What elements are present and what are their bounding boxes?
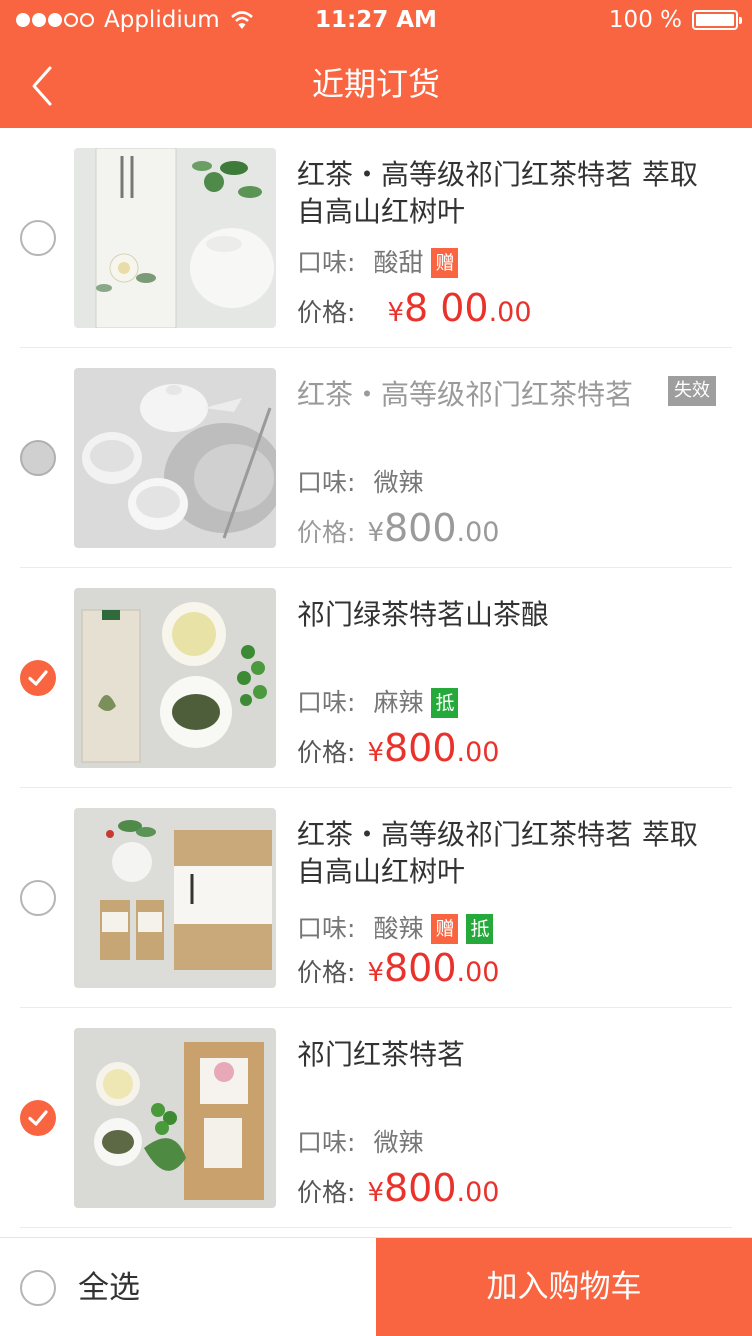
price-main: 8 00 xyxy=(403,286,489,330)
product-image[interactable] xyxy=(74,588,276,768)
currency-symbol: ¥ xyxy=(367,738,384,768)
nav-bar: 近期订货 xyxy=(0,40,752,128)
product-title: 祁门红茶特茗 xyxy=(297,1038,466,1071)
product-flavor: 口味: 麻辣 抵 xyxy=(297,686,459,720)
flavor-label: 口味: xyxy=(297,914,356,943)
list-item[interactable]: 红茶・高等级祁门红茶特茗 萃取自高山红树叶 口味: 酸甜 赠 价格: ¥ 8 0… xyxy=(0,128,752,348)
price-cents: .00 xyxy=(456,1177,500,1208)
select-radio-checked[interactable] xyxy=(20,1100,56,1136)
status-right: 100 % xyxy=(608,0,742,40)
product-image[interactable] xyxy=(74,808,276,988)
bottom-bar: 全选 加入购物车 xyxy=(0,1237,752,1336)
flavor-value: 酸辣 xyxy=(373,914,424,943)
price-label: 价格: xyxy=(297,518,356,547)
select-radio-checked[interactable] xyxy=(20,660,56,696)
flavor-label: 口味: xyxy=(297,468,356,497)
flavor-label: 口味: xyxy=(297,1128,356,1157)
currency-symbol: ¥ xyxy=(387,298,404,328)
gift-badge: 赠 xyxy=(431,248,459,278)
price-label: 价格: xyxy=(297,738,356,767)
battery-icon xyxy=(692,10,742,30)
invalid-badge: 失效 xyxy=(668,376,716,406)
list-item[interactable]: 红茶・高等级祁门红茶特茗 萃取自高山红树叶 口味: 酸辣 赠 抵 价格: ¥ 8… xyxy=(0,788,752,1008)
product-price: 价格: ¥ 800 .00 xyxy=(297,1168,499,1213)
product-title: 红茶・高等级祁门红茶特茗 xyxy=(297,378,634,411)
product-title: 祁门绿茶特茗山茶酿 xyxy=(297,598,550,631)
product-image[interactable] xyxy=(74,1028,276,1208)
product-flavor: 口味: 酸辣 赠 抵 xyxy=(297,912,494,946)
page-title: 近期订货 xyxy=(311,65,440,103)
select-radio-disabled xyxy=(20,440,56,476)
flavor-value: 酸甜 xyxy=(373,248,424,277)
product-price: 价格: ¥ 8 00 .00 xyxy=(297,288,532,333)
price-main: 800 xyxy=(383,506,457,550)
flavor-value: 微辣 xyxy=(373,1128,424,1157)
product-price: 价格: ¥ 800 .00 xyxy=(297,948,499,993)
add-to-cart-button[interactable]: 加入购物车 xyxy=(376,1238,752,1336)
divider xyxy=(20,1227,732,1228)
checkmark-icon xyxy=(28,1110,48,1126)
price-main: 800 xyxy=(383,1166,457,1210)
price-main: 800 xyxy=(383,946,457,990)
product-flavor: 口味: 微辣 xyxy=(297,1126,423,1160)
product-list: 红茶・高等级祁门红茶特茗 萃取自高山红树叶 口味: 酸甜 赠 价格: ¥ 8 0… xyxy=(0,128,752,1228)
currency-symbol: ¥ xyxy=(367,958,384,988)
product-image[interactable] xyxy=(74,148,276,328)
product-title: 红茶・高等级祁门红茶特茗 萃取自高山红树叶 xyxy=(297,818,698,888)
select-radio[interactable] xyxy=(20,220,56,256)
flavor-value: 麻辣 xyxy=(373,688,424,717)
price-cents: .00 xyxy=(488,297,532,328)
flavor-label: 口味: xyxy=(297,248,356,277)
battery-percent: 100 % xyxy=(608,7,682,33)
price-cents: .00 xyxy=(456,737,500,768)
product-title: 红茶・高等级祁门红茶特茗 萃取自高山红树叶 xyxy=(297,158,698,228)
status-bar: Applidium 11:27 AM 100 % xyxy=(0,0,752,40)
invalid-badge-wrap: 失效 xyxy=(660,376,716,406)
flavor-value: 微辣 xyxy=(373,468,424,497)
product-price: 价格: ¥ 800 .00 xyxy=(297,728,499,773)
checkmark-icon xyxy=(28,670,48,686)
select-all-label[interactable]: 全选 xyxy=(78,1266,140,1310)
product-flavor: 口味: 微辣 xyxy=(297,466,423,500)
product-price: 价格: ¥ 800 .00 xyxy=(297,508,499,553)
select-radio[interactable] xyxy=(20,880,56,916)
price-label: 价格: xyxy=(297,298,356,327)
price-label: 价格: xyxy=(297,958,356,987)
price-main: 800 xyxy=(383,726,457,770)
deduct-badge: 抵 xyxy=(466,914,494,944)
currency-symbol: ¥ xyxy=(367,518,384,548)
price-cents: .00 xyxy=(456,957,500,988)
select-all-radio[interactable] xyxy=(20,1270,56,1306)
top-bar: Applidium 11:27 AM 100 % 近期订货 xyxy=(0,0,752,128)
product-flavor: 口味: 酸甜 赠 xyxy=(297,246,459,280)
deduct-badge: 抵 xyxy=(431,688,459,718)
price-label: 价格: xyxy=(297,1178,356,1207)
list-item[interactable]: 红茶・高等级祁门红茶特茗 失效 口味: 微辣 价格: ¥ 800 .00 xyxy=(0,348,752,568)
currency-symbol: ¥ xyxy=(367,1178,384,1208)
flavor-label: 口味: xyxy=(297,688,356,717)
list-item[interactable]: 祁门红茶特茗 口味: 微辣 价格: ¥ 800 .00 xyxy=(0,1008,752,1228)
gift-badge: 赠 xyxy=(431,914,459,944)
price-cents: .00 xyxy=(456,517,500,548)
list-item[interactable]: 祁门绿茶特茗山茶酿 口味: 麻辣 抵 价格: ¥ 800 .00 xyxy=(0,568,752,788)
product-image[interactable] xyxy=(74,368,276,548)
